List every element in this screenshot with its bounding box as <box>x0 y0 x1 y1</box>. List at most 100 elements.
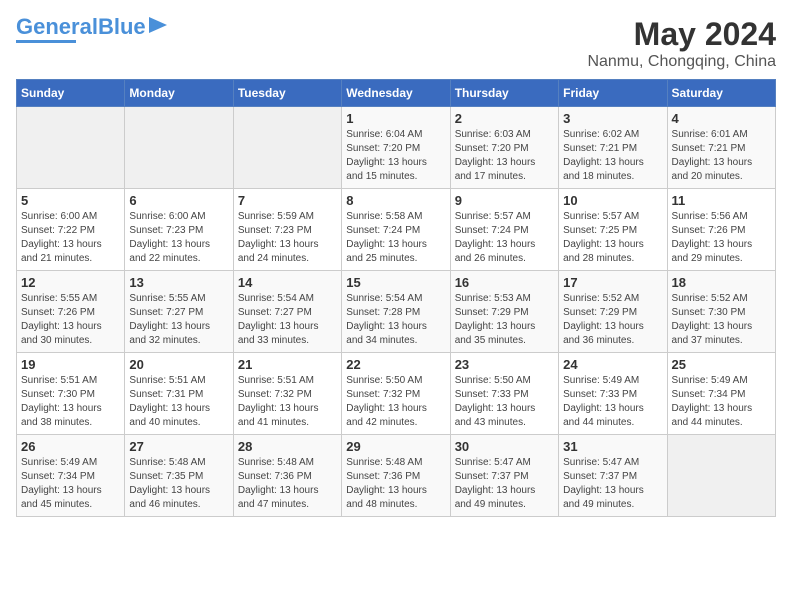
day-number: 12 <box>21 275 120 290</box>
calendar-week-row: 12 Sunrise: 5:55 AM Sunset: 7:26 PM Dayli… <box>17 271 776 353</box>
day-info: Sunrise: 6:00 AM Sunset: 7:22 PM Dayligh… <box>21 210 120 266</box>
calendar-cell: 22 Sunrise: 5:50 AM Sunset: 7:32 PM Dayli… <box>342 353 450 435</box>
calendar-cell <box>667 435 775 517</box>
calendar-week-row: 19Sunrise: 5:51 AM Sunset: 7:30 PM Dayli… <box>17 353 776 435</box>
day-number: 3 <box>563 111 662 126</box>
calendar-table: SundayMondayTuesdayWednesdayThursdayFrid… <box>16 79 776 517</box>
day-number: 29 <box>346 439 445 454</box>
calendar-cell <box>125 107 233 189</box>
day-number: 5 <box>21 193 120 208</box>
calendar-cell: 23 Sunrise: 5:50 AM Sunset: 7:33 PM Dayli… <box>450 353 558 435</box>
day-number: 9 <box>455 193 554 208</box>
location-title: Nanmu, Chongqing, China <box>587 53 776 71</box>
day-number: 11 <box>672 193 771 208</box>
day-info: Sunrise: 5:55 AM Sunset: 7:27 PM Dayligh… <box>129 292 228 348</box>
day-info: Sunrise: 5:52 AM Sunset: 7:30 PM Dayligh… <box>672 292 771 348</box>
day-info: Sunrise: 5:49 AM Sunset: 7:33 PM Dayligh… <box>563 374 662 430</box>
day-info: Sunrise: 5:54 AM Sunset: 7:28 PM Dayligh… <box>346 292 445 348</box>
day-number: 25 <box>672 357 771 372</box>
day-number: 21 <box>238 357 337 372</box>
day-info: Sunrise: 5:51 AM Sunset: 7:32 PM Dayligh… <box>238 374 337 430</box>
day-number: 6 <box>129 193 228 208</box>
day-number: 4 <box>672 111 771 126</box>
calendar-cell: 9 Sunrise: 5:57 AM Sunset: 7:24 PM Daylig… <box>450 189 558 271</box>
weekday-header: Wednesday <box>342 80 450 107</box>
calendar-cell: 17 Sunrise: 5:52 AM Sunset: 7:29 PM Dayli… <box>559 271 667 353</box>
page-header: GeneralBlue May 2024 Nanmu, Chongqing, C… <box>16 16 776 71</box>
calendar-cell: 29 Sunrise: 5:48 AM Sunset: 7:36 PM Dayli… <box>342 435 450 517</box>
calendar-week-row: 26 Sunrise: 5:49 AM Sunset: 7:34 PM Dayli… <box>17 435 776 517</box>
day-info: Sunrise: 5:48 AM Sunset: 7:36 PM Dayligh… <box>346 456 445 512</box>
calendar-cell: 12 Sunrise: 5:55 AM Sunset: 7:26 PM Dayli… <box>17 271 125 353</box>
calendar-cell: 28Sunrise: 5:48 AM Sunset: 7:36 PM Dayli… <box>233 435 341 517</box>
weekday-header: Thursday <box>450 80 558 107</box>
logo-text: GeneralBlue <box>16 16 146 38</box>
calendar-cell: 30 Sunrise: 5:47 AM Sunset: 7:37 PM Dayli… <box>450 435 558 517</box>
day-info: Sunrise: 5:59 AM Sunset: 7:23 PM Dayligh… <box>238 210 337 266</box>
calendar-cell: 18 Sunrise: 5:52 AM Sunset: 7:30 PM Dayli… <box>667 271 775 353</box>
day-info: Sunrise: 5:57 AM Sunset: 7:25 PM Dayligh… <box>563 210 662 266</box>
day-info: Sunrise: 5:57 AM Sunset: 7:24 PM Dayligh… <box>455 210 554 266</box>
day-info: Sunrise: 5:52 AM Sunset: 7:29 PM Dayligh… <box>563 292 662 348</box>
calendar-cell: 24Sunrise: 5:49 AM Sunset: 7:33 PM Dayli… <box>559 353 667 435</box>
day-number: 22 <box>346 357 445 372</box>
calendar-cell: 7 Sunrise: 5:59 AM Sunset: 7:23 PM Daylig… <box>233 189 341 271</box>
calendar-cell: 14 Sunrise: 5:54 AM Sunset: 7:27 PM Dayli… <box>233 271 341 353</box>
day-number: 7 <box>238 193 337 208</box>
day-info: Sunrise: 5:54 AM Sunset: 7:27 PM Dayligh… <box>238 292 337 348</box>
calendar-cell: 25Sunrise: 5:49 AM Sunset: 7:34 PM Dayli… <box>667 353 775 435</box>
day-number: 27 <box>129 439 228 454</box>
day-info: Sunrise: 5:47 AM Sunset: 7:37 PM Dayligh… <box>455 456 554 512</box>
calendar-cell <box>17 107 125 189</box>
calendar-cell: 5 Sunrise: 6:00 AM Sunset: 7:22 PM Daylig… <box>17 189 125 271</box>
calendar-cell: 2 Sunrise: 6:03 AM Sunset: 7:20 PM Daylig… <box>450 107 558 189</box>
day-number: 30 <box>455 439 554 454</box>
weekday-header: Saturday <box>667 80 775 107</box>
weekday-header: Monday <box>125 80 233 107</box>
calendar-cell: 4 Sunrise: 6:01 AM Sunset: 7:21 PM Daylig… <box>667 107 775 189</box>
weekday-header: Tuesday <box>233 80 341 107</box>
calendar-header: SundayMondayTuesdayWednesdayThursdayFrid… <box>17 80 776 107</box>
day-number: 23 <box>455 357 554 372</box>
day-info: Sunrise: 5:49 AM Sunset: 7:34 PM Dayligh… <box>21 456 120 512</box>
day-number: 2 <box>455 111 554 126</box>
day-info: Sunrise: 5:50 AM Sunset: 7:32 PM Dayligh… <box>346 374 445 430</box>
day-info: Sunrise: 5:48 AM Sunset: 7:36 PM Dayligh… <box>238 456 337 512</box>
day-number: 14 <box>238 275 337 290</box>
day-info: Sunrise: 5:51 AM Sunset: 7:31 PM Dayligh… <box>129 374 228 430</box>
calendar-cell: 3 Sunrise: 6:02 AM Sunset: 7:21 PM Daylig… <box>559 107 667 189</box>
calendar-cell: 11 Sunrise: 5:56 AM Sunset: 7:26 PM Dayli… <box>667 189 775 271</box>
calendar-week-row: 1Sunrise: 6:04 AM Sunset: 7:20 PM Daylig… <box>17 107 776 189</box>
calendar-cell: 20Sunrise: 5:51 AM Sunset: 7:31 PM Dayli… <box>125 353 233 435</box>
logo: GeneralBlue <box>16 16 167 43</box>
calendar-cell: 31Sunrise: 5:47 AM Sunset: 7:37 PM Dayli… <box>559 435 667 517</box>
calendar-cell <box>233 107 341 189</box>
day-info: Sunrise: 6:03 AM Sunset: 7:20 PM Dayligh… <box>455 128 554 184</box>
day-info: Sunrise: 5:56 AM Sunset: 7:26 PM Dayligh… <box>672 210 771 266</box>
calendar-cell: 6 Sunrise: 6:00 AM Sunset: 7:23 PM Daylig… <box>125 189 233 271</box>
calendar-cell: 16 Sunrise: 5:53 AM Sunset: 7:29 PM Dayli… <box>450 271 558 353</box>
logo-underline <box>16 40 76 43</box>
day-number: 10 <box>563 193 662 208</box>
calendar-cell: 1Sunrise: 6:04 AM Sunset: 7:20 PM Daylig… <box>342 107 450 189</box>
calendar-cell: 19Sunrise: 5:51 AM Sunset: 7:30 PM Dayli… <box>17 353 125 435</box>
day-info: Sunrise: 5:55 AM Sunset: 7:26 PM Dayligh… <box>21 292 120 348</box>
calendar-cell: 8Sunrise: 5:58 AM Sunset: 7:24 PM Daylig… <box>342 189 450 271</box>
weekday-row: SundayMondayTuesdayWednesdayThursdayFrid… <box>17 80 776 107</box>
day-number: 8 <box>346 193 445 208</box>
day-number: 16 <box>455 275 554 290</box>
day-number: 15 <box>346 275 445 290</box>
day-number: 13 <box>129 275 228 290</box>
day-info: Sunrise: 5:50 AM Sunset: 7:33 PM Dayligh… <box>455 374 554 430</box>
day-number: 18 <box>672 275 771 290</box>
calendar-cell: 15 Sunrise: 5:54 AM Sunset: 7:28 PM Dayli… <box>342 271 450 353</box>
day-info: Sunrise: 6:00 AM Sunset: 7:23 PM Dayligh… <box>129 210 228 266</box>
calendar-cell: 21 Sunrise: 5:51 AM Sunset: 7:32 PM Dayli… <box>233 353 341 435</box>
day-info: Sunrise: 6:01 AM Sunset: 7:21 PM Dayligh… <box>672 128 771 184</box>
day-info: Sunrise: 6:02 AM Sunset: 7:21 PM Dayligh… <box>563 128 662 184</box>
day-number: 26 <box>21 439 120 454</box>
day-number: 17 <box>563 275 662 290</box>
day-info: Sunrise: 5:53 AM Sunset: 7:29 PM Dayligh… <box>455 292 554 348</box>
day-number: 31 <box>563 439 662 454</box>
weekday-header: Friday <box>559 80 667 107</box>
